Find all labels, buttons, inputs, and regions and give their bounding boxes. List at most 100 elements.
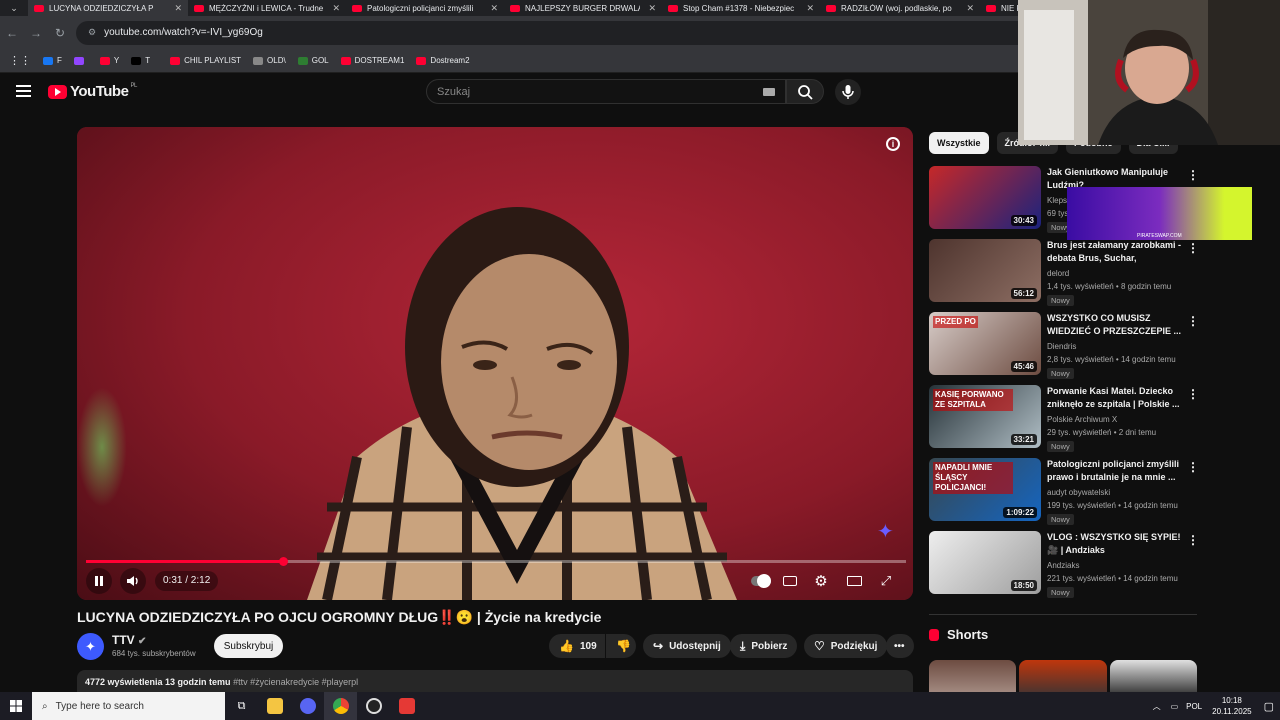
voice-search-button[interactable] [835, 79, 861, 105]
subscribe-button[interactable]: Subskrybuj [214, 634, 283, 658]
recommended-video[interactable]: 56:12 Brus jest załamany zarobkami - deba… [929, 239, 1199, 306]
discord-icon[interactable] [291, 692, 324, 720]
video-thumbnail[interactable]: PRZED PO 45:46 [929, 312, 1041, 375]
dislike-button[interactable]: 👎 [606, 634, 636, 658]
hashtags[interactable]: #ttv #życienakredycie #playerpl [233, 677, 358, 687]
obs-icon[interactable] [357, 692, 390, 720]
recommended-channel[interactable]: Diendris [1047, 342, 1076, 351]
browser-tab[interactable]: LUCYNA ODZIEDZICZYŁA P ✕ [28, 0, 188, 16]
task-view-icon[interactable]: ⧉ [225, 692, 258, 720]
clock[interactable]: 10:18 20.11.2025 [1212, 695, 1251, 717]
url-field[interactable]: ⚙ youtube.com/watch?v=-IVI_yg69Og [76, 20, 1076, 45]
recommended-title[interactable]: Porwanie Kasi Matei. Dziecko zniknęło ze… [1047, 385, 1183, 411]
close-tab-icon[interactable]: ✕ [332, 3, 340, 14]
recommended-channel[interactable]: Polskie Archiwum X [1047, 415, 1117, 424]
video-thumbnail[interactable]: 56:12 [929, 239, 1041, 302]
volume-button[interactable] [120, 568, 146, 594]
bookmark-item[interactable]: GOL [297, 56, 329, 65]
youtube-logo[interactable]: YouTube PL [48, 83, 137, 100]
file-explorer-icon[interactable] [258, 692, 291, 720]
progress-bar[interactable] [86, 557, 906, 566]
short-thumbnail[interactable] [1019, 660, 1107, 692]
tray-chevron-icon[interactable]: ︿ [1153, 701, 1161, 712]
tab-search-icon[interactable]: ⌄ [0, 0, 28, 16]
back-icon[interactable]: ← [0, 26, 24, 40]
video-thumbnail[interactable]: 30:43 [929, 166, 1041, 229]
recommended-title[interactable]: WSZYSTKO CO MUSISZ WIEDZIEĆ O PRZESZCZEP… [1047, 312, 1183, 338]
recommended-video[interactable]: 18:50 VLOG : WSZYSTKO SIĘ SYPIE! 🎥 | Andz… [929, 531, 1199, 598]
bookmark-item[interactable]: CHIL PLAYLIST [170, 56, 241, 65]
recommended-channel[interactable]: audyt obywatelski [1047, 488, 1110, 497]
more-options-icon[interactable]: ⋮ [1187, 460, 1199, 474]
channel-name[interactable]: TTV ✔ [112, 633, 146, 647]
search-input[interactable]: Szukaj [426, 79, 786, 104]
apps-icon[interactable]: ⋮⋮ [9, 54, 31, 67]
notifications-icon[interactable]: ▢ [1264, 700, 1274, 713]
close-tab-icon[interactable]: ✕ [648, 3, 656, 14]
fullscreen-icon[interactable]: ⤢ [876, 571, 896, 591]
more-options-icon[interactable]: ⋮ [1187, 533, 1199, 547]
info-icon[interactable]: i [886, 137, 900, 151]
windows-start-icon[interactable] [0, 692, 32, 720]
bookmark-item[interactable] [73, 56, 88, 65]
recommended-channel[interactable]: Andziaks [1047, 561, 1079, 570]
recommended-title[interactable]: Brus jest załamany zarobkami - debata Br… [1047, 239, 1183, 266]
tray-network-icon[interactable]: ▭ [1171, 702, 1179, 711]
video-player[interactable]: i ✦ 0:31 / 2:12 ⚙ ⤢ [77, 127, 913, 600]
channel-watermark-icon[interactable]: ✦ [877, 519, 894, 544]
theater-mode-icon[interactable] [844, 571, 864, 591]
download-button[interactable]: ⤓ Pobierz [730, 634, 798, 658]
browser-tab[interactable]: RADZIŁÓW (woj. podlaskie, po ✕ [820, 0, 980, 16]
app-red-icon[interactable] [390, 692, 423, 720]
language-indicator[interactable]: POL [1186, 702, 1202, 711]
video-thumbnail[interactable]: NAPADLI MNIE ŚLĄSCY POLICJANCI! 1:09:22 [929, 458, 1041, 521]
taskbar-search-input[interactable]: ⌕ Type here to search [32, 692, 225, 720]
keyboard-icon[interactable] [763, 88, 775, 96]
thanks-button[interactable]: ♡ Podziękuj [804, 634, 888, 658]
bookmark-item[interactable]: Y [99, 56, 119, 65]
site-info-icon[interactable]: ⚙ [88, 27, 96, 38]
menu-icon[interactable] [16, 85, 31, 97]
chrome-icon[interactable] [324, 692, 357, 720]
recommended-channel[interactable]: delord [1047, 269, 1069, 278]
more-actions-button[interactable]: ••• [886, 634, 914, 658]
ad-banner[interactable]: PIRATESWAP.COM [1067, 187, 1252, 240]
bookmark-item[interactable]: T [131, 56, 150, 65]
settings-icon[interactable]: ⚙ [811, 571, 831, 591]
close-tab-icon[interactable]: ✕ [174, 3, 182, 14]
recommended-title[interactable]: VLOG : WSZYSTKO SIĘ SYPIE! 🎥 | Andziaks [1047, 531, 1183, 557]
search-button[interactable] [786, 79, 824, 104]
bookmark-item[interactable]: F [43, 56, 62, 65]
forward-icon[interactable]: → [24, 26, 48, 40]
bookmark-item[interactable]: DOSTREAM1 [340, 56, 404, 65]
close-tab-icon[interactable]: ✕ [806, 3, 814, 14]
more-options-icon[interactable]: ⋮ [1187, 241, 1199, 255]
subtitles-icon[interactable] [780, 571, 800, 591]
scrubber-handle[interactable] [278, 557, 288, 566]
browser-tab[interactable]: Stop Cham #1378 - Niebezpiec ✕ [662, 0, 820, 16]
recommended-title[interactable]: Patologiczni policjanci zmyślili prawo i… [1047, 458, 1183, 484]
filter-chip[interactable]: Wszystkie [929, 132, 989, 154]
description-box[interactable]: 4772 wyświetlenia 13 godzin temu #ttv #ż… [77, 670, 913, 694]
recommended-video[interactable]: KASIĘ PORWANO ZE SZPITALA 33:21 Porwanie K… [929, 385, 1199, 452]
more-options-icon[interactable]: ⋮ [1187, 168, 1199, 182]
bookmark-item[interactable]: Dostream2 [416, 56, 470, 65]
share-button[interactable]: ↪ Udostępnij [643, 634, 731, 658]
autoplay-toggle[interactable] [749, 571, 773, 591]
short-thumbnail[interactable] [929, 660, 1016, 692]
channel-avatar[interactable]: ✦ [77, 633, 104, 660]
more-options-icon[interactable]: ⋮ [1187, 314, 1199, 328]
video-thumbnail[interactable]: 18:50 [929, 531, 1041, 594]
bookmark-item[interactable]: OLD\ [253, 56, 286, 65]
reload-icon[interactable]: ↻ [48, 26, 72, 40]
short-thumbnail[interactable] [1110, 660, 1197, 692]
browser-tab[interactable]: NAJLEPSZY BURGER DRWALA ✕ [504, 0, 662, 16]
like-button[interactable]: 👍 109 [549, 634, 605, 658]
close-tab-icon[interactable]: ✕ [966, 3, 974, 14]
pause-button[interactable] [86, 568, 112, 594]
browser-tab[interactable]: MĘŻCZYŹNI i LEWICA - Trudne ✕ [188, 0, 346, 16]
more-options-icon[interactable]: ⋮ [1187, 387, 1199, 401]
browser-tab[interactable]: Patologiczni policjanci zmyślili ✕ [346, 0, 504, 16]
recommended-video[interactable]: NAPADLI MNIE ŚLĄSCY POLICJANCI! 1:09:22 Pa… [929, 458, 1199, 525]
close-tab-icon[interactable]: ✕ [490, 3, 498, 14]
